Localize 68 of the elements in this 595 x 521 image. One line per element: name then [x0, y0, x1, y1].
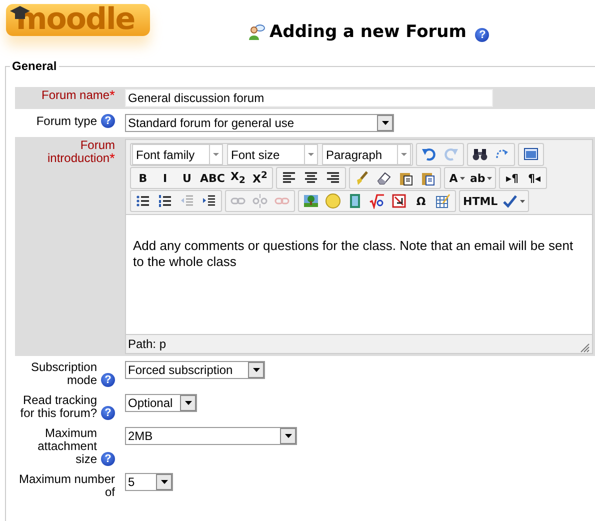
- dropdown-arrow-icon: [184, 401, 192, 405]
- toolbar-dropdown[interactable]: Font size: [227, 144, 318, 165]
- binoculars-icon: [472, 146, 488, 162]
- dropdown[interactable]: Forced subscription: [125, 361, 265, 379]
- field-label: Read tracking for this forum?: [19, 394, 97, 420]
- field-label: Subscription mode: [30, 361, 97, 387]
- element-path: Path: p: [128, 337, 166, 351]
- dropdown[interactable]: 2MB: [125, 427, 297, 445]
- field-label: Maximum attachment size: [36, 427, 97, 466]
- dropdown-arrow-icon: [252, 368, 260, 372]
- unlink-icon: [252, 193, 268, 209]
- toolbar-button[interactable]: ab: [468, 168, 494, 188]
- help-icon[interactable]: ?: [475, 28, 490, 42]
- fieldset-legend: General: [10, 59, 59, 73]
- paste-word-icon: [420, 170, 436, 186]
- logo: moodle: [6, 4, 150, 36]
- table-pencil-icon: [435, 193, 451, 209]
- help-icon[interactable]: ?: [101, 406, 115, 420]
- numbered-list-icon: [157, 193, 173, 209]
- dropdown-arrow-icon: [308, 153, 314, 156]
- caret-icon[interactable]: [487, 176, 492, 180]
- break-icon: [391, 193, 407, 209]
- toolbar-button[interactable]: ¶◂: [523, 168, 546, 188]
- page-title: Adding a new Forum: [270, 22, 466, 42]
- toolbar-button[interactable]: ▸¶: [501, 168, 524, 188]
- caret-icon[interactable]: [460, 176, 465, 180]
- dropdown[interactable]: Optional: [125, 394, 197, 412]
- caret-icon[interactable]: [520, 200, 525, 202]
- undo-icon: [421, 146, 437, 162]
- toolbar-dropdown[interactable]: Paragraph: [322, 144, 411, 165]
- paste-text-icon: [398, 170, 414, 186]
- help-icon[interactable]: ?: [101, 373, 115, 387]
- resize-grip-icon[interactable]: [580, 343, 590, 353]
- toolbar-button[interactable]: A: [446, 168, 468, 188]
- field-label: Forum type: [36, 115, 97, 128]
- dropdown[interactable]: 5: [125, 473, 173, 491]
- spellcheck-icon: [502, 193, 518, 209]
- editor-text: Add any comments or questions for the class. Note that an email will be sent to the whole class: [133, 238, 574, 269]
- dropdown-arrow-icon: [213, 153, 219, 156]
- toolbar-button[interactable]: I: [154, 168, 176, 188]
- redo-icon: [443, 146, 459, 162]
- toolbar-button[interactable]: HTML: [461, 191, 500, 211]
- dropdown[interactable]: Standard forum for general use: [125, 114, 394, 132]
- toolbar-button[interactable]: B: [132, 168, 154, 188]
- film-icon: [347, 193, 363, 209]
- help-icon[interactable]: ?: [101, 114, 115, 128]
- forum-users-icon: [248, 24, 265, 40]
- field-label: Forum name*: [42, 89, 115, 102]
- toolbar-button[interactable]: X$^{2}$: [248, 168, 271, 188]
- image-icon: [303, 193, 319, 209]
- square-root-icon: [369, 193, 385, 209]
- dropdown-arrow-icon: [160, 480, 168, 484]
- field-label: Maximum number of: [18, 473, 115, 499]
- forum-name-field[interactable]: General discussion forum: [125, 89, 493, 107]
- help-icon[interactable]: ?: [101, 452, 115, 466]
- dropdown-arrow-icon: [382, 121, 388, 125]
- toolbar-button[interactable]: Ω: [410, 191, 432, 211]
- eraser-icon: [376, 170, 392, 186]
- toolbar-button[interactable]: X$_{2}$: [226, 168, 249, 188]
- dropdown-arrow-icon: [401, 153, 407, 156]
- window-icon: [523, 146, 539, 162]
- field-label: Forum introduction*: [46, 139, 115, 165]
- toolbar-button[interactable]: U: [176, 168, 198, 188]
- bullet-list-icon: [135, 193, 151, 209]
- toolbar-button[interactable]: ABC: [198, 168, 227, 188]
- dropdown-arrow-icon: [284, 434, 292, 438]
- circle-icon: [325, 193, 341, 209]
- toolbar-dropdown[interactable]: Font family: [132, 144, 223, 165]
